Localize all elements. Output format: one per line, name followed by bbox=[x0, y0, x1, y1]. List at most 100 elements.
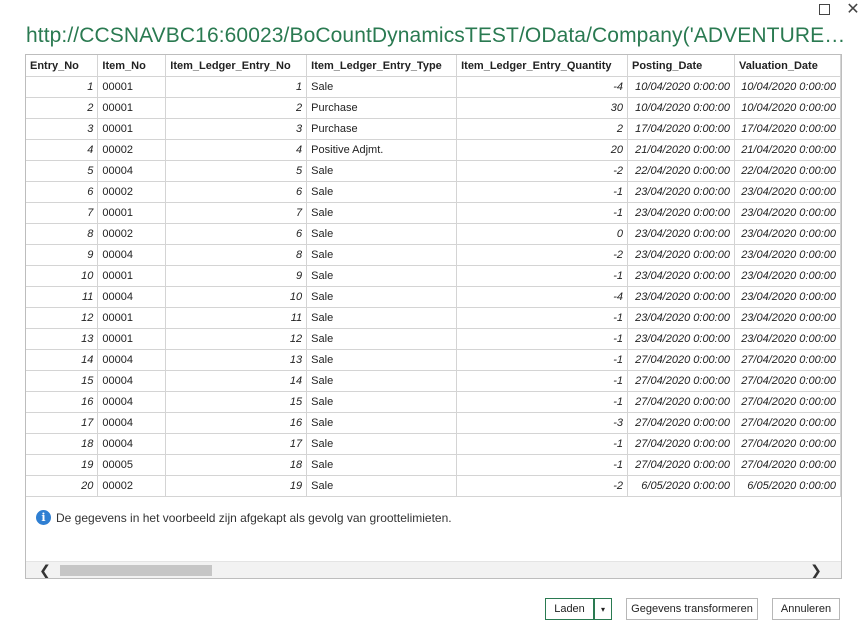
cell-item-ledger-entry-quantity: -1 bbox=[456, 181, 628, 203]
maximize-icon[interactable] bbox=[814, 0, 834, 18]
table-row: 5 00004 5 Sale -2 22/04/2020 0:00:00 22/04/202… bbox=[26, 160, 841, 182]
cell-valuation-date: 23/04/2020 0:00:00 bbox=[733, 244, 841, 266]
cell-item-ledger-entry-no: 2 bbox=[165, 97, 308, 119]
cell-valuation-date: 27/04/2020 0:00:00 bbox=[733, 370, 841, 392]
scroll-right-icon[interactable]: ❯ bbox=[807, 562, 825, 578]
load-dropdown-icon[interactable]: ▾ bbox=[594, 598, 612, 620]
cell-valuation-date: 23/04/2020 0:00:00 bbox=[733, 265, 841, 287]
column-header-valuation-date[interactable]: Valuation_Date bbox=[733, 55, 841, 77]
cell-valuation-date: 10/04/2020 0:00:00 bbox=[733, 97, 841, 119]
cancel-button[interactable]: Annuleren bbox=[772, 598, 840, 620]
cell-item-ledger-entry-no: 19 bbox=[165, 475, 308, 497]
cell-valuation-date: 27/04/2020 0:00:00 bbox=[733, 391, 841, 413]
cell-entry-no: 9 bbox=[26, 244, 99, 266]
cell-posting-date: 10/04/2020 0:00:00 bbox=[627, 97, 735, 119]
cell-item-ledger-entry-type: Sale bbox=[306, 202, 458, 224]
cell-item-ledger-entry-no: 16 bbox=[165, 412, 308, 434]
cell-item-no: 00002 bbox=[97, 181, 167, 203]
load-button[interactable]: Laden bbox=[545, 598, 594, 620]
cell-item-ledger-entry-quantity: -1 bbox=[456, 391, 628, 413]
cell-item-ledger-entry-type: Sale bbox=[306, 412, 458, 434]
cell-valuation-date: 27/04/2020 0:00:00 bbox=[733, 433, 841, 455]
cell-item-ledger-entry-type: Sale bbox=[306, 307, 458, 329]
cell-item-no: 00001 bbox=[97, 265, 167, 287]
cell-posting-date: 27/04/2020 0:00:00 bbox=[627, 391, 735, 413]
cell-item-ledger-entry-quantity: -4 bbox=[456, 286, 628, 308]
column-header-item-no[interactable]: Item_No bbox=[97, 55, 167, 77]
cell-valuation-date: 23/04/2020 0:00:00 bbox=[733, 328, 841, 350]
table-row: 1 00001 1 Sale -4 10/04/2020 0:00:00 10/04/202… bbox=[26, 76, 841, 98]
data-preview-table: Entry_No Item_No Item_Ledger_Entry_No It… bbox=[26, 55, 841, 497]
cell-item-ledger-entry-no: 10 bbox=[165, 286, 308, 308]
cell-posting-date: 23/04/2020 0:00:00 bbox=[627, 181, 735, 203]
cell-posting-date: 23/04/2020 0:00:00 bbox=[627, 286, 735, 308]
table-row: 9 00004 8 Sale -2 23/04/2020 0:00:00 23/04/202… bbox=[26, 244, 841, 266]
cell-item-ledger-entry-quantity: -1 bbox=[456, 349, 628, 371]
cell-posting-date: 17/04/2020 0:00:00 bbox=[627, 118, 735, 140]
cell-valuation-date: 23/04/2020 0:00:00 bbox=[733, 307, 841, 329]
column-header-entry-no[interactable]: Entry_No bbox=[26, 55, 99, 77]
cell-valuation-date: 23/04/2020 0:00:00 bbox=[733, 286, 841, 308]
cell-item-no: 00001 bbox=[97, 328, 167, 350]
column-header-item-ledger-entry-quantity[interactable]: Item_Ledger_Entry_Quantity bbox=[456, 55, 628, 77]
table-row: 2 00001 2 Purchase 30 10/04/2020 0:00:00 10/04… bbox=[26, 97, 841, 119]
cell-item-no: 00004 bbox=[97, 370, 167, 392]
cell-item-ledger-entry-quantity: 0 bbox=[456, 223, 628, 245]
scroll-left-icon[interactable]: ❮ bbox=[36, 562, 54, 578]
cell-posting-date: 10/04/2020 0:00:00 bbox=[627, 76, 735, 98]
cell-posting-date: 22/04/2020 0:00:00 bbox=[627, 160, 735, 182]
cell-valuation-date: 23/04/2020 0:00:00 bbox=[733, 223, 841, 245]
cell-entry-no: 18 bbox=[26, 433, 99, 455]
table-row: 20 00002 19 Sale -2 6/05/2020 0:00:00 6/05/202… bbox=[26, 475, 841, 497]
cell-posting-date: 23/04/2020 0:00:00 bbox=[627, 244, 735, 266]
cell-item-ledger-entry-type: Sale bbox=[306, 391, 458, 413]
cell-valuation-date: 6/05/2020 0:00:00 bbox=[733, 475, 841, 497]
cell-entry-no: 1 bbox=[26, 76, 99, 98]
cell-item-no: 00004 bbox=[97, 349, 167, 371]
cell-entry-no: 20 bbox=[26, 475, 99, 497]
cell-entry-no: 14 bbox=[26, 349, 99, 371]
cell-entry-no: 5 bbox=[26, 160, 99, 182]
cell-item-no: 00002 bbox=[97, 475, 167, 497]
table-row: 10 00001 9 Sale -1 23/04/2020 0:00:00 23/04/20… bbox=[26, 265, 841, 287]
cell-posting-date: 27/04/2020 0:00:00 bbox=[627, 454, 735, 476]
cell-item-no: 00004 bbox=[97, 286, 167, 308]
table-row: 16 00004 15 Sale -1 27/04/2020 0:00:00 27/04/2… bbox=[26, 391, 841, 413]
cell-item-ledger-entry-no: 5 bbox=[165, 160, 308, 182]
cell-entry-no: 11 bbox=[26, 286, 99, 308]
cell-entry-no: 4 bbox=[26, 139, 99, 161]
cell-item-ledger-entry-no: 12 bbox=[165, 328, 308, 350]
close-icon[interactable]: ✕ bbox=[843, 0, 863, 18]
truncation-notice: i De gegevens in het voorbeeld zijn afge… bbox=[36, 510, 452, 525]
cell-item-ledger-entry-no: 9 bbox=[165, 265, 308, 287]
cell-item-ledger-entry-quantity: -2 bbox=[456, 244, 628, 266]
column-header-item-ledger-entry-no[interactable]: Item_Ledger_Entry_No bbox=[165, 55, 308, 77]
cell-entry-no: 2 bbox=[26, 97, 99, 119]
cell-item-ledger-entry-quantity: 20 bbox=[456, 139, 628, 161]
column-header-posting-date[interactable]: Posting_Date bbox=[627, 55, 735, 77]
horizontal-scrollbar[interactable]: ❮ ❯ bbox=[26, 561, 841, 578]
transform-data-button[interactable]: Gegevens transformeren bbox=[626, 598, 758, 620]
cell-item-ledger-entry-type: Sale bbox=[306, 160, 458, 182]
cell-item-ledger-entry-quantity: -1 bbox=[456, 454, 628, 476]
cell-item-no: 00001 bbox=[97, 97, 167, 119]
cell-posting-date: 27/04/2020 0:00:00 bbox=[627, 412, 735, 434]
cell-entry-no: 3 bbox=[26, 118, 99, 140]
table-row: 19 00005 18 Sale -1 27/04/2020 0:00:00 27/04/2… bbox=[26, 454, 841, 476]
table-row: 6 00002 6 Sale -1 23/04/2020 0:00:00 23/04/202… bbox=[26, 181, 841, 203]
cell-valuation-date: 27/04/2020 0:00:00 bbox=[733, 412, 841, 434]
scrollbar-thumb[interactable] bbox=[60, 565, 212, 576]
cell-item-no: 00002 bbox=[97, 223, 167, 245]
cell-valuation-date: 23/04/2020 0:00:00 bbox=[733, 181, 841, 203]
table-row: 4 00002 4 Positive Adjmt. 20 21/04/2020 0:00:… bbox=[26, 139, 841, 161]
cell-item-ledger-entry-no: 18 bbox=[165, 454, 308, 476]
cell-entry-no: 19 bbox=[26, 454, 99, 476]
table-row: 15 00004 14 Sale -1 27/04/2020 0:00:00 27/04/2… bbox=[26, 370, 841, 392]
cell-item-ledger-entry-type: Sale bbox=[306, 328, 458, 350]
column-header-item-ledger-entry-type[interactable]: Item_Ledger_Entry_Type bbox=[306, 55, 458, 77]
cell-item-ledger-entry-quantity: -1 bbox=[456, 265, 628, 287]
cell-item-ledger-entry-no: 3 bbox=[165, 118, 308, 140]
cell-item-no: 00001 bbox=[97, 202, 167, 224]
cell-entry-no: 10 bbox=[26, 265, 99, 287]
cell-posting-date: 23/04/2020 0:00:00 bbox=[627, 223, 735, 245]
